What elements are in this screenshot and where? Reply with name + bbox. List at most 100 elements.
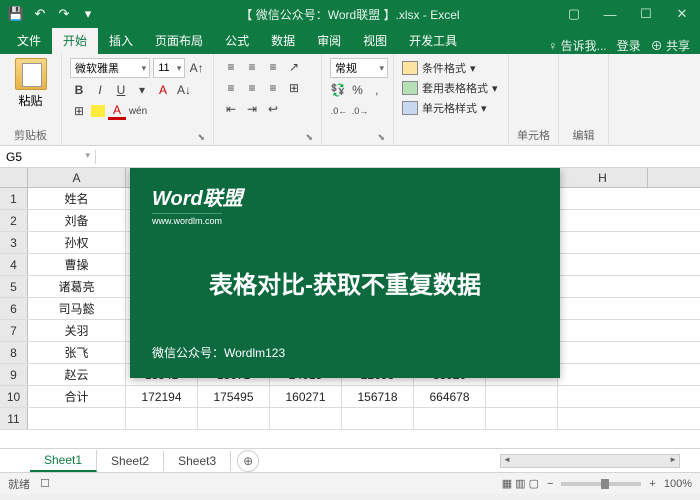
tab-review[interactable]: 审阅: [306, 27, 352, 54]
share-button[interactable]: ⊕ 共享: [651, 37, 690, 54]
align-mid[interactable]: ≡: [243, 58, 261, 76]
cell[interactable]: 664678: [414, 386, 486, 407]
cell[interactable]: 175495: [198, 386, 270, 407]
cell[interactable]: 姓名: [28, 188, 126, 209]
font-size-combo[interactable]: 11: [153, 58, 185, 78]
paste-button[interactable]: 粘贴: [8, 58, 53, 109]
cell[interactable]: 张飞: [28, 342, 126, 363]
tab-insert[interactable]: 插入: [98, 27, 144, 54]
indent-inc[interactable]: ⇥: [243, 100, 261, 118]
view-buttons[interactable]: ▦ ▥ ▢: [502, 477, 539, 490]
redo-icon[interactable]: ↷: [56, 6, 72, 22]
grow-font-button[interactable]: A↑: [188, 59, 205, 77]
cell[interactable]: 曹操: [28, 254, 126, 275]
cell[interactable]: [486, 408, 558, 429]
cell[interactable]: 关羽: [28, 320, 126, 341]
cell-styles-button[interactable]: 单元格样式 ▾: [402, 98, 500, 118]
row-header[interactable]: 11: [0, 408, 28, 429]
zoom-out-button[interactable]: −: [547, 478, 553, 490]
align-left[interactable]: ≡: [222, 79, 240, 97]
zoom-slider[interactable]: [561, 482, 641, 486]
cell[interactable]: [270, 408, 342, 429]
shrink-font-button[interactable]: A↓: [175, 81, 193, 99]
maximize-icon[interactable]: ☐: [628, 0, 664, 28]
tab-view[interactable]: 视图: [352, 27, 398, 54]
cell[interactable]: 156718: [342, 386, 414, 407]
font-color-button2[interactable]: A: [108, 102, 126, 120]
zoom-level[interactable]: 100%: [664, 478, 692, 490]
save-icon[interactable]: 💾: [8, 6, 24, 22]
orientation[interactable]: ↗: [285, 58, 303, 76]
row-header[interactable]: 3: [0, 232, 28, 253]
tab-data[interactable]: 数据: [260, 27, 306, 54]
align-center[interactable]: ≡: [243, 79, 261, 97]
underline-button[interactable]: U: [112, 81, 130, 99]
row-header[interactable]: 10: [0, 386, 28, 407]
close-icon[interactable]: ✕: [664, 0, 700, 28]
bold-button[interactable]: B: [70, 81, 88, 99]
table-format-button[interactable]: 套用表格格式 ▾: [402, 78, 500, 98]
row-header[interactable]: 2: [0, 210, 28, 231]
number-format-combo[interactable]: 常规: [330, 58, 388, 78]
tab-formula[interactable]: 公式: [214, 27, 260, 54]
align-top[interactable]: ≡: [222, 58, 240, 76]
add-sheet-button[interactable]: ⊕: [237, 450, 259, 472]
row-header[interactable]: 5: [0, 276, 28, 297]
cell[interactable]: [342, 408, 414, 429]
cell[interactable]: [198, 408, 270, 429]
cell[interactable]: 160271: [270, 386, 342, 407]
cell[interactable]: [486, 386, 558, 407]
tab-dev[interactable]: 开发工具: [398, 27, 468, 54]
font-color-button[interactable]: A: [154, 81, 172, 99]
inc-decimal[interactable]: .0←: [330, 102, 348, 120]
tell-me[interactable]: ♀ 告诉我...: [548, 37, 606, 54]
font-name-combo[interactable]: 微软雅黑: [70, 58, 150, 78]
align-bot[interactable]: ≡: [264, 58, 282, 76]
align-right[interactable]: ≡: [264, 79, 282, 97]
horizontal-scrollbar[interactable]: [500, 454, 680, 468]
cell[interactable]: [126, 408, 198, 429]
col-header-h[interactable]: H: [558, 168, 648, 187]
sheet-tab-1[interactable]: Sheet1: [30, 450, 97, 472]
sheet-tab-2[interactable]: Sheet2: [97, 451, 164, 471]
cell[interactable]: 合计: [28, 386, 126, 407]
number-dialog-launcher[interactable]: ⬊: [330, 132, 385, 143]
font-dialog-launcher[interactable]: ⬊: [70, 132, 205, 143]
row-header[interactable]: 8: [0, 342, 28, 363]
align-dialog-launcher[interactable]: ⬊: [222, 132, 313, 143]
border-button[interactable]: ▾: [133, 81, 151, 99]
cell[interactable]: [414, 408, 486, 429]
minimize-icon[interactable]: —: [592, 0, 628, 28]
row-header[interactable]: 6: [0, 298, 28, 319]
percent-button[interactable]: %: [349, 81, 365, 99]
name-box[interactable]: G5: [0, 150, 96, 164]
undo-icon[interactable]: ↶: [32, 6, 48, 22]
row-header[interactable]: 1: [0, 188, 28, 209]
row-header[interactable]: 7: [0, 320, 28, 341]
phonetic-button[interactable]: wén: [129, 102, 147, 120]
cell[interactable]: 刘备: [28, 210, 126, 231]
qat-more-icon[interactable]: ▾: [80, 6, 96, 22]
row-header[interactable]: 4: [0, 254, 28, 275]
cell[interactable]: 赵云: [28, 364, 126, 385]
cell[interactable]: 孙权: [28, 232, 126, 253]
fill-color-button[interactable]: [91, 105, 105, 117]
tab-home[interactable]: 开始: [52, 27, 98, 54]
cell[interactable]: [28, 408, 126, 429]
tab-file[interactable]: 文件: [6, 27, 52, 54]
col-header-a[interactable]: A: [28, 168, 126, 187]
ribbon-min-icon[interactable]: ▢: [556, 0, 592, 28]
zoom-in-button[interactable]: +: [649, 478, 655, 490]
merge[interactable]: ⊞: [285, 79, 303, 97]
currency-button[interactable]: 💱: [330, 81, 346, 99]
select-all-corner[interactable]: [0, 168, 28, 187]
indent-dec[interactable]: ⇤: [222, 100, 240, 118]
tab-layout[interactable]: 页面布局: [144, 27, 214, 54]
comma-button[interactable]: ,: [369, 81, 385, 99]
dec-decimal[interactable]: .0→: [351, 102, 369, 120]
cell[interactable]: 诸葛亮: [28, 276, 126, 297]
sheet-tab-3[interactable]: Sheet3: [164, 451, 231, 471]
row-header[interactable]: 9: [0, 364, 28, 385]
border-icon[interactable]: ⊞: [70, 102, 88, 120]
italic-button[interactable]: I: [91, 81, 109, 99]
